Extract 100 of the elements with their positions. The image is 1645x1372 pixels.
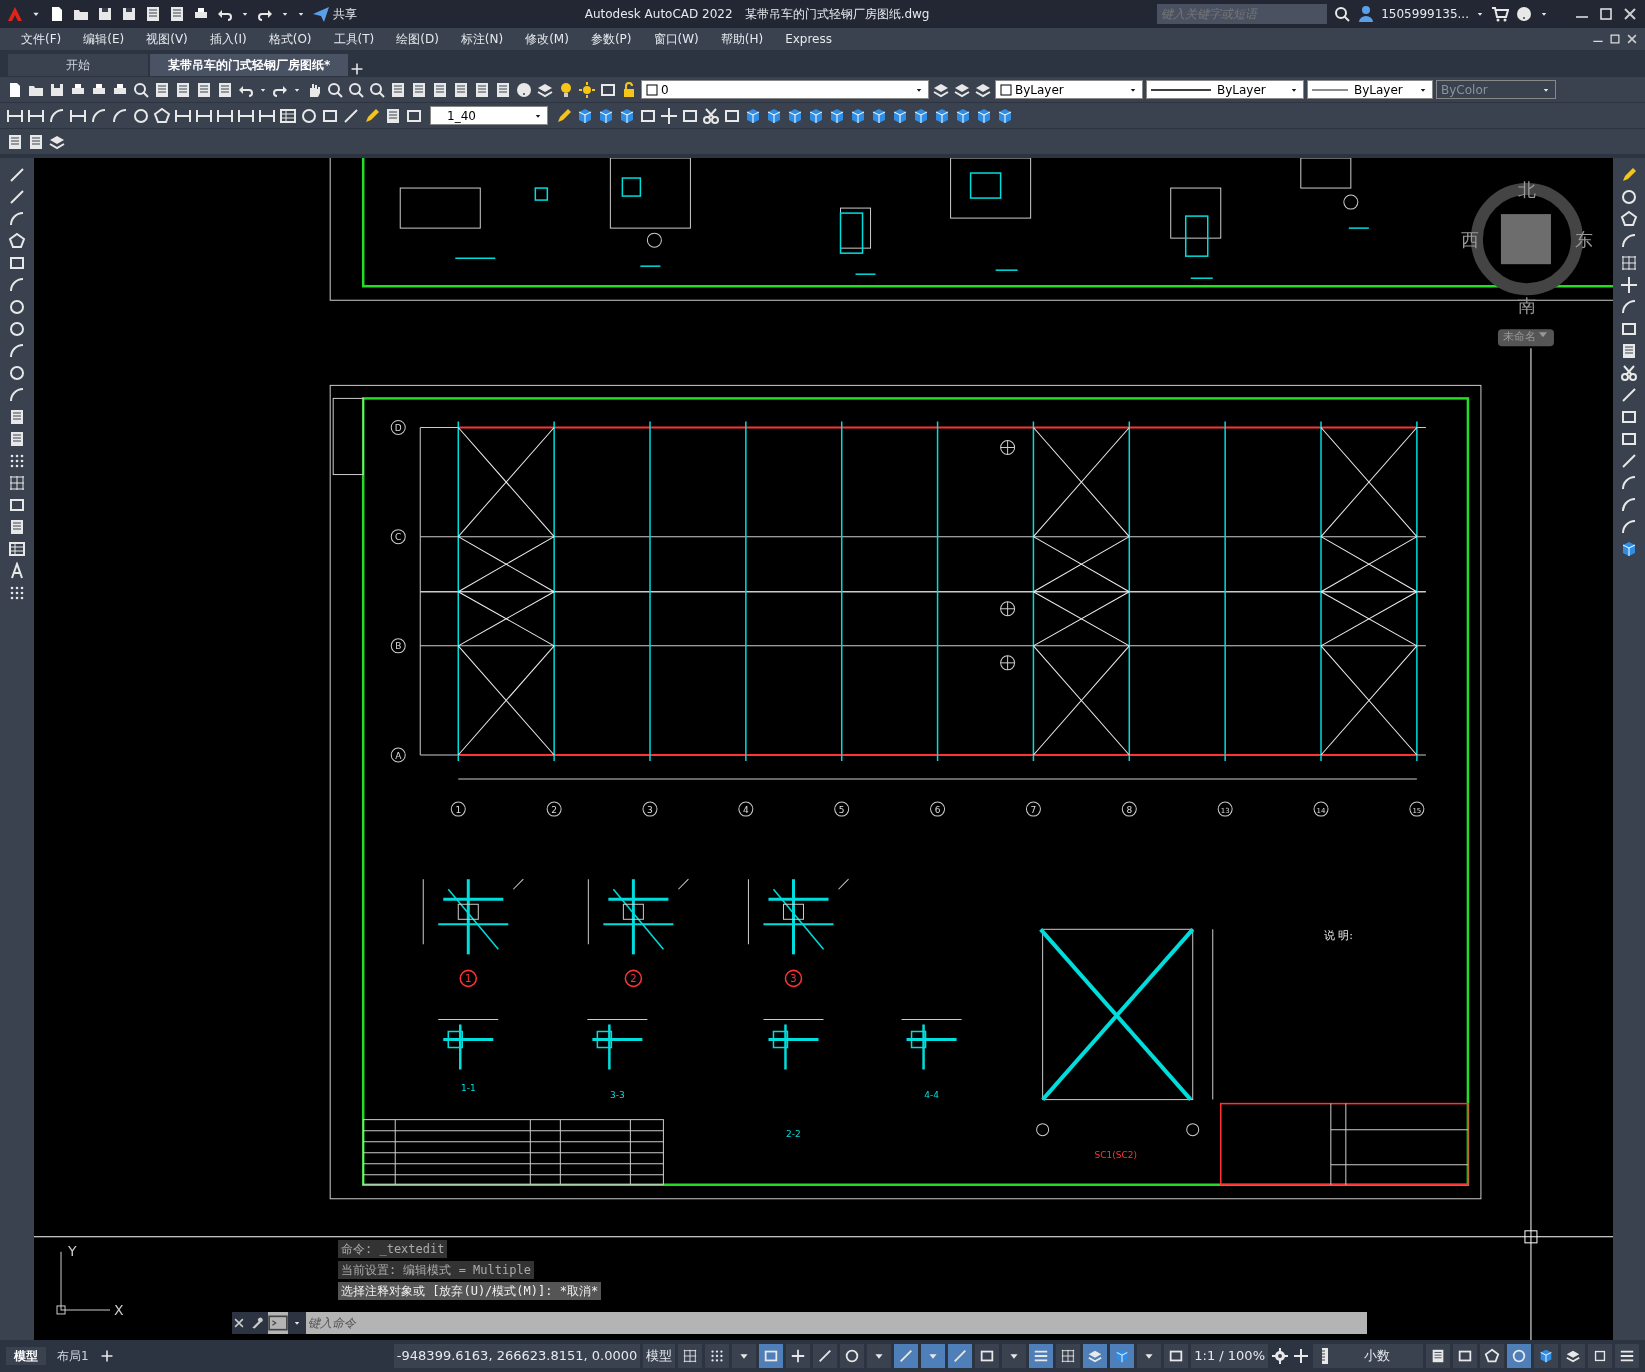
dot-grid-icon[interactable] (8, 584, 26, 602)
sheet-icon[interactable] (8, 430, 26, 448)
status-toggle[interactable] (975, 1344, 1000, 1368)
pencil-icon[interactable] (1620, 166, 1638, 184)
help-icon[interactable] (1515, 5, 1533, 23)
pencil-icon[interactable] (363, 106, 381, 125)
sheet-icon[interactable] (410, 80, 428, 99)
color-dropdown[interactable]: ByLayer (995, 80, 1143, 99)
rectangle-icon[interactable] (8, 254, 26, 272)
grid-icon[interactable] (1620, 254, 1638, 272)
arc-icon[interactable] (111, 106, 129, 125)
status-toggle[interactable] (840, 1344, 865, 1368)
sheet-icon[interactable] (8, 408, 26, 426)
share-button[interactable]: 共享 (333, 5, 357, 23)
close-icon[interactable] (1625, 32, 1639, 46)
cube-icon[interactable] (618, 106, 636, 125)
rectangle-icon[interactable] (1620, 408, 1638, 426)
status-toggle[interactable] (1137, 1344, 1162, 1368)
space-toggle[interactable]: 模型 (643, 1344, 676, 1368)
rectangle-icon[interactable] (8, 496, 26, 514)
command-input[interactable]: 键入命令 (306, 1312, 1367, 1334)
cube-icon[interactable] (912, 106, 930, 125)
table-icon[interactable] (279, 106, 297, 125)
circle-icon[interactable] (1620, 188, 1638, 206)
status-toggle[interactable] (1507, 1344, 1531, 1368)
menu-item[interactable]: 插入(I) (198, 30, 258, 48)
arc-icon[interactable] (8, 276, 26, 294)
sheet-icon[interactable] (452, 80, 470, 99)
sheet-icon[interactable] (153, 80, 171, 99)
sheet-icon[interactable] (216, 80, 234, 99)
status-toggle[interactable] (1110, 1344, 1135, 1368)
linetype-dropdown[interactable]: ByLayer (1146, 80, 1304, 99)
menu-item[interactable]: Express (774, 30, 843, 48)
annotation-scale-dropdown[interactable]: 1:1 / 100% (1191, 1344, 1268, 1368)
help-icon[interactable] (515, 80, 533, 99)
close-icon[interactable] (232, 1316, 246, 1330)
layer-dropdown[interactable]: 0 (641, 80, 929, 99)
status-toggle[interactable] (813, 1344, 838, 1368)
compass-label[interactable]: 西 (1460, 229, 1479, 251)
cube-icon[interactable] (828, 106, 846, 125)
sheet-icon[interactable] (144, 5, 162, 23)
plus-icon[interactable] (1292, 1347, 1310, 1365)
scissors-icon[interactable] (702, 106, 720, 125)
arc-icon[interactable] (8, 342, 26, 360)
status-toggle[interactable] (1029, 1344, 1054, 1368)
zoom-icon[interactable] (368, 80, 386, 99)
menu-item[interactable]: 编辑(E) (72, 30, 136, 48)
status-toggle[interactable] (705, 1344, 730, 1368)
arc-icon[interactable] (1620, 232, 1638, 250)
arc-icon[interactable] (1620, 298, 1638, 316)
circle-icon[interactable] (300, 106, 318, 125)
user-icon[interactable] (1357, 5, 1376, 23)
polygon-icon[interactable] (1620, 210, 1638, 228)
wrench-icon[interactable] (250, 1316, 264, 1330)
status-toggle[interactable] (1056, 1344, 1081, 1368)
status-toggle[interactable] (1164, 1344, 1189, 1368)
cube-icon[interactable] (576, 106, 594, 125)
arc-icon[interactable] (48, 106, 66, 125)
status-toggle[interactable] (867, 1344, 892, 1368)
rectangle-icon[interactable] (1620, 430, 1638, 448)
status-toggle[interactable] (921, 1344, 946, 1368)
circle-icon[interactable] (8, 320, 26, 338)
status-toggle[interactable] (759, 1344, 784, 1368)
status-toggle[interactable] (1002, 1344, 1027, 1368)
cube-icon[interactable] (807, 106, 825, 125)
sheet-icon[interactable] (195, 80, 213, 99)
status-toggle[interactable] (732, 1344, 757, 1368)
arc-icon[interactable] (1620, 474, 1638, 492)
layout-tab[interactable]: 布局1 (49, 1347, 97, 1365)
sheet-icon[interactable] (431, 80, 449, 99)
zoom-icon[interactable] (132, 80, 150, 99)
cube-icon[interactable] (996, 106, 1014, 125)
cube-icon[interactable] (765, 106, 783, 125)
dimension-style-dropdown[interactable]: 1_40 (430, 106, 548, 125)
scissors-icon[interactable] (1620, 364, 1638, 382)
line-icon[interactable] (8, 188, 26, 206)
sheet-icon[interactable] (168, 5, 186, 23)
line-icon[interactable] (1620, 452, 1638, 470)
compass-label[interactable]: 南 (1517, 295, 1536, 317)
status-toggle[interactable] (1083, 1344, 1108, 1368)
zoom-icon[interactable] (326, 80, 344, 99)
user-name[interactable]: 1505999135... (1381, 5, 1469, 23)
text-icon[interactable] (8, 562, 26, 580)
cube-icon[interactable] (786, 106, 804, 125)
sheet-icon[interactable] (473, 80, 491, 99)
circle-icon[interactable] (8, 298, 26, 316)
grid-icon[interactable] (8, 474, 26, 492)
maximize-icon[interactable] (1608, 32, 1622, 46)
layout-tab[interactable]: 模型 (6, 1347, 46, 1365)
status-toggle[interactable] (1588, 1344, 1612, 1368)
cube-icon[interactable] (891, 106, 909, 125)
table-icon[interactable] (8, 540, 26, 558)
cube-icon[interactable] (849, 106, 867, 125)
maximize-icon[interactable] (1597, 5, 1615, 23)
a-logo-icon[interactable] (6, 5, 24, 23)
menu-item[interactable]: 格式(O) (257, 30, 323, 48)
status-toggle[interactable] (1534, 1344, 1558, 1368)
status-toggle[interactable] (678, 1344, 703, 1368)
cube-icon[interactable] (975, 106, 993, 125)
plus-icon[interactable] (350, 62, 365, 76)
